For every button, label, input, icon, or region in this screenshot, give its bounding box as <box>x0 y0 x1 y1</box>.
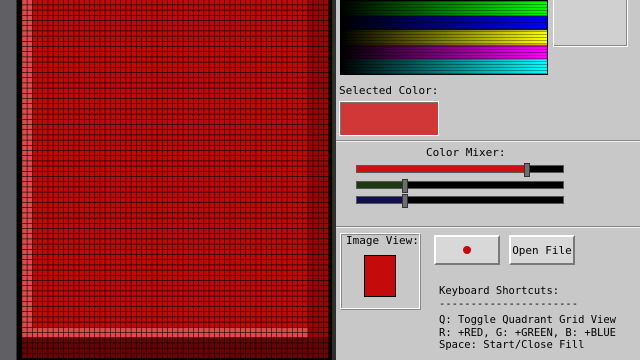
open-file-button[interactable]: Open File <box>509 235 575 265</box>
palette-scanline <box>341 55 547 56</box>
palette-scanline <box>341 1 547 2</box>
palette-scanline <box>341 7 547 8</box>
shortcut-line: Space: Start/Close Fill <box>439 339 585 351</box>
palette-scanline <box>341 43 547 44</box>
selected-color-label: Selected Color: <box>339 84 439 97</box>
blue-slider-fill <box>357 197 404 203</box>
image-view-thumbnail <box>364 255 396 297</box>
palette-scanline <box>341 28 547 29</box>
palette-scanline <box>341 73 547 74</box>
palette-scanline <box>341 13 547 14</box>
palette-scanline <box>341 64 547 65</box>
palette-gradient[interactable] <box>341 1 547 74</box>
dot-icon <box>463 246 471 254</box>
separator <box>336 140 640 142</box>
palette-scanline <box>341 37 547 38</box>
keyboard-shortcuts: Keyboard Shortcuts: ---------------------… <box>439 285 616 352</box>
fill-button[interactable] <box>434 235 500 265</box>
palette-scanline <box>341 70 547 71</box>
green-slider-fill <box>357 182 404 188</box>
canvas-border <box>332 0 336 360</box>
shortcuts-title: Keyboard Shortcuts: <box>439 285 560 297</box>
palette-scanline <box>341 31 547 32</box>
blue-slider[interactable] <box>356 194 564 208</box>
blue-slider-thumb[interactable] <box>402 194 408 208</box>
image-view-label: Image View: <box>346 234 419 247</box>
separator <box>336 226 640 228</box>
palette-scanline <box>341 49 547 50</box>
green-slider[interactable] <box>356 179 564 193</box>
preview-box <box>553 0 628 47</box>
red-slider[interactable] <box>356 163 564 177</box>
color-mixer-title: Color Mixer: <box>426 146 506 159</box>
palette-scanline <box>341 19 547 20</box>
palette-scanline <box>341 61 547 62</box>
palette-scanline <box>341 46 547 47</box>
palette-scanline <box>341 4 547 5</box>
pixel-grid[interactable] <box>17 0 332 360</box>
red-slider-thumb[interactable] <box>524 163 530 177</box>
red-slider-fill <box>357 166 526 172</box>
palette-scanline <box>341 10 547 11</box>
shortcuts-divider: ---------------------- <box>439 297 579 310</box>
shortcut-line: Q: Toggle Quadrant Grid View <box>439 314 617 326</box>
palette-scanline <box>341 40 547 41</box>
palette-scanline <box>341 67 547 68</box>
palette-scanline <box>341 22 547 23</box>
pixel-canvas[interactable] <box>17 0 332 360</box>
shortcut-line: R: +RED, G: +GREEN, B: +BLUE <box>439 326 617 339</box>
palette-scanline <box>341 34 547 35</box>
palette-scanline <box>341 52 547 53</box>
open-file-label: Open File <box>512 243 572 257</box>
palette-scanline <box>341 16 547 17</box>
window-edge <box>0 0 17 360</box>
color-palette[interactable] <box>340 0 548 75</box>
palette-scanline <box>341 25 547 26</box>
pixel-cells <box>17 0 329 359</box>
selected-color-swatch <box>339 101 439 136</box>
palette-scanline <box>341 58 547 59</box>
green-slider-thumb[interactable] <box>402 179 408 193</box>
